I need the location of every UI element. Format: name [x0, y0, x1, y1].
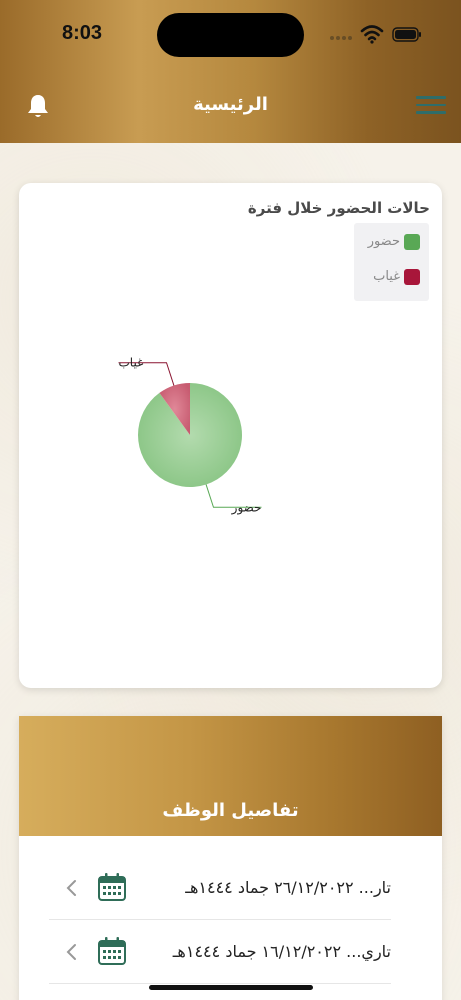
status-time: 8:03: [62, 22, 103, 44]
chevron-left-icon: [66, 944, 76, 960]
job-detail-text: تار... ٢٦/١٢/٢٠٢٢ جماد ١٤٤٤هـ: [185, 878, 391, 897]
app-header: 8:03 الرئيسية: [0, 0, 461, 143]
job-details-card: تفاصيل الوظف تار... ٢٦/١٢/٢٠٢٢ جماد ١٤٤٤…: [19, 716, 442, 1000]
page-title: الرئيسية: [193, 94, 268, 115]
wifi-icon: [360, 25, 384, 44]
status-bar: 8:03: [0, 0, 461, 70]
job-detail-row[interactable]: تار... ٢٦/١٢/٢٠٢٢ جماد ١٤٤٤هـ: [49, 856, 391, 920]
job-detail-text: تاري... ١٦/١٢/٢٠٢٢ جماد ١٤٤٤هـ: [172, 942, 391, 961]
dynamic-island: [157, 13, 304, 57]
job-details-header: تفاصيل الوظف: [19, 716, 442, 836]
pie-slice-label: حضور: [231, 500, 262, 515]
job-details-title: تفاصيل الوظف: [162, 800, 299, 821]
chevron-left-icon: [66, 880, 76, 896]
calendar-icon: [98, 937, 126, 965]
attendance-chart-card: حالات الحضور خلال فترة حضور غياب حضور غيا…: [19, 183, 442, 688]
job-detail-row[interactable]: تاري... ١٦/١٢/٢٠٢٢ جماد ١٤٤٤هـ: [49, 920, 391, 984]
hamburger-menu-icon[interactable]: [416, 96, 446, 118]
home-indicator[interactable]: [149, 985, 313, 990]
signal-dots-icon: [330, 36, 354, 42]
attendance-pie-chart: حضور غياب: [118, 356, 262, 515]
battery-icon: [392, 27, 421, 42]
pie-slice-label: غياب: [119, 356, 144, 370]
calendar-icon: [98, 873, 126, 901]
